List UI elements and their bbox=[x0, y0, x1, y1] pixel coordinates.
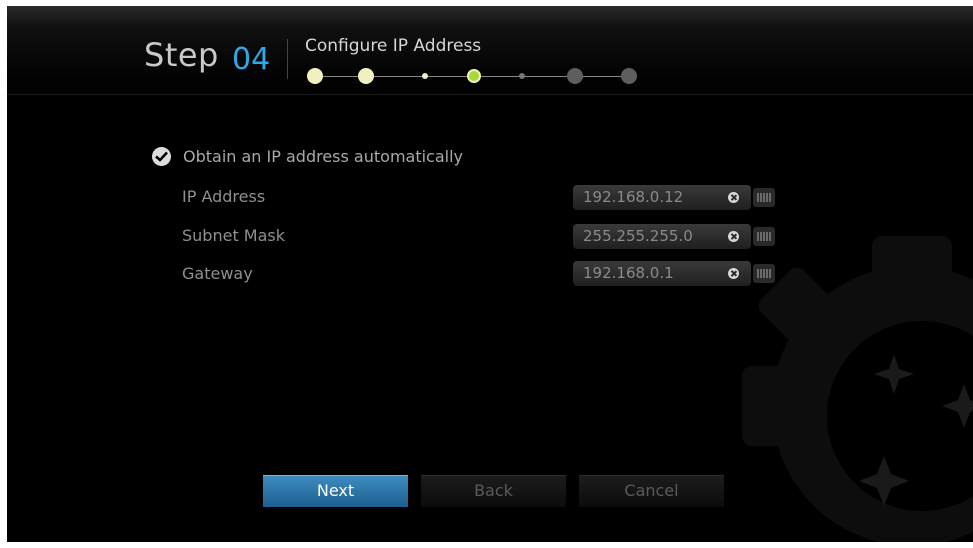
progress-dot-step-1 bbox=[307, 68, 323, 84]
step-number: 04 bbox=[232, 42, 271, 77]
progress-dot-step-6 bbox=[567, 68, 583, 84]
gateway-value: 192.168.0.1 bbox=[583, 264, 674, 282]
progress-dot-step-5 bbox=[519, 73, 525, 79]
checkmark-icon bbox=[152, 147, 171, 166]
progress-dot-step-2 bbox=[358, 68, 374, 84]
progress-dot-step-4-active bbox=[467, 69, 481, 83]
ip-address-label: IP Address bbox=[182, 187, 266, 206]
wizard-header: Step 04 Configure IP Address bbox=[7, 6, 973, 95]
clear-icon[interactable] bbox=[728, 192, 739, 203]
subnet-mask-value: 255.255.255.0 bbox=[583, 227, 693, 245]
clear-icon[interactable] bbox=[728, 231, 739, 242]
auto-ip-label: Obtain an IP address automatically bbox=[183, 147, 464, 166]
ip-address-field: 192.168.0.12 bbox=[573, 185, 775, 210]
clear-icon[interactable] bbox=[728, 268, 739, 279]
page-title: Configure IP Address bbox=[305, 36, 482, 56]
gateway-input[interactable]: 192.168.0.1 bbox=[573, 261, 751, 286]
back-button[interactable]: Back bbox=[421, 475, 566, 507]
keyboard-icon[interactable] bbox=[753, 264, 775, 283]
header-divider bbox=[287, 39, 288, 79]
cancel-button[interactable]: Cancel bbox=[579, 475, 724, 507]
ip-address-value: 192.168.0.12 bbox=[583, 188, 684, 206]
keyboard-icon[interactable] bbox=[753, 188, 775, 207]
subnet-mask-field: 255.255.255.0 bbox=[573, 224, 775, 249]
subnet-mask-label: Subnet Mask bbox=[182, 226, 286, 245]
progress-dot-step-3 bbox=[422, 73, 428, 79]
gateway-label: Gateway bbox=[182, 264, 253, 283]
setup-wizard-screen: Step 04 Configure IP Address Obtain an I… bbox=[7, 6, 973, 542]
progress-dot-step-7 bbox=[621, 68, 637, 84]
next-button[interactable]: Next bbox=[263, 475, 408, 507]
ip-address-input[interactable]: 192.168.0.12 bbox=[573, 185, 751, 210]
subnet-mask-input[interactable]: 255.255.255.0 bbox=[573, 224, 751, 249]
keyboard-icon[interactable] bbox=[753, 227, 775, 246]
gateway-field: 192.168.0.1 bbox=[573, 261, 775, 286]
step-progress-indicator bbox=[305, 66, 645, 88]
step-label: Step bbox=[144, 36, 219, 74]
